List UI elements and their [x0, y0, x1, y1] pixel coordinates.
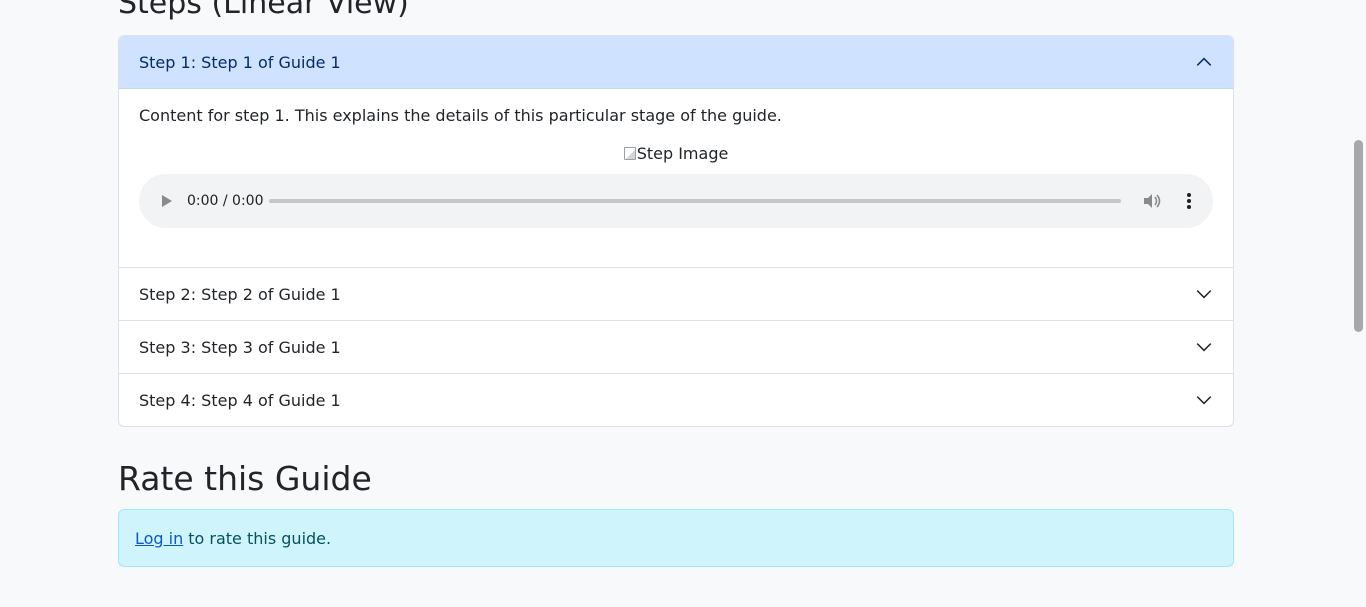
steps-section-title: Steps (Linear View)	[118, 0, 409, 21]
volume-button[interactable]	[1143, 191, 1163, 211]
chevron-down-icon	[1196, 290, 1212, 299]
steps-accordion: Step 1: Step 1 of Guide 1 Content for st…	[118, 35, 1234, 427]
page-scrollbar[interactable]	[1351, 0, 1366, 607]
step-1-content: Content for step 1. This explains the de…	[139, 106, 782, 125]
chevron-down-icon	[1196, 343, 1212, 352]
step-2-header[interactable]: Step 2: Step 2 of Guide 1	[119, 267, 1233, 320]
login-alert-message: to rate this guide.	[188, 528, 332, 548]
chevron-up-icon	[1196, 57, 1212, 66]
broken-image-icon	[623, 147, 636, 160]
more-options-button[interactable]	[1183, 193, 1195, 209]
step-1-body: Content for step 1. This explains the de…	[119, 88, 1233, 267]
more-dot-icon	[1187, 193, 1191, 197]
step-1-header[interactable]: Step 1: Step 1 of Guide 1	[119, 36, 1233, 88]
step-3-header[interactable]: Step 3: Step 3 of Guide 1	[119, 320, 1233, 373]
step-image-alt: Step Image	[636, 144, 729, 163]
scrollbar-thumb[interactable]	[1354, 140, 1363, 332]
more-dot-icon	[1187, 205, 1191, 209]
play-button[interactable]	[159, 193, 175, 209]
audio-player: 0:00 / 0:00	[139, 174, 1213, 228]
chevron-down-icon	[1196, 396, 1212, 405]
step-image: Step Image	[139, 145, 1213, 163]
volume-icon	[1144, 194, 1161, 208]
login-alert: Log in to rate this guide.	[118, 509, 1234, 567]
step-4-header[interactable]: Step 4: Step 4 of Guide 1	[119, 373, 1233, 426]
more-dot-icon	[1187, 199, 1191, 203]
audio-progress-bar[interactable]	[269, 199, 1121, 203]
audio-time: 0:00 / 0:00	[187, 193, 264, 209]
rate-guide-title: Rate this Guide	[118, 459, 372, 498]
login-link[interactable]: Log in	[135, 529, 183, 548]
play-icon	[162, 195, 172, 207]
step-4-label: Step 4: Step 4 of Guide 1	[139, 390, 341, 410]
step-2-label: Step 2: Step 2 of Guide 1	[139, 284, 341, 304]
step-1-label: Step 1: Step 1 of Guide 1	[139, 52, 341, 72]
step-3-label: Step 3: Step 3 of Guide 1	[139, 337, 341, 357]
